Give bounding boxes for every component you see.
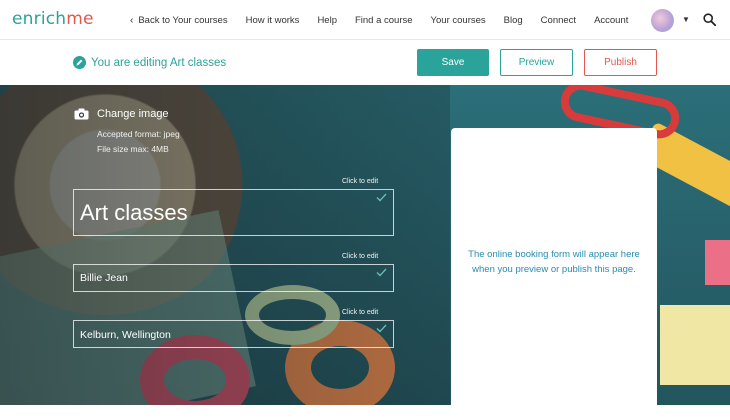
change-image-button[interactable]: Change image — [74, 108, 169, 120]
nav-blog[interactable]: Blog — [504, 15, 523, 26]
location-text: Kelburn, Wellington — [80, 329, 171, 341]
nav-help[interactable]: Help — [317, 15, 337, 26]
chevron-left-icon: ‹ — [130, 14, 134, 26]
hero-image: Change image Accepted format: jpeg File … — [0, 85, 730, 405]
top-nav: enrichme ‹ Back to Your courses How it w… — [0, 0, 730, 40]
click-to-edit-hint: Click to edit — [342, 178, 379, 185]
nav-back-label: Back to Your courses — [138, 14, 228, 26]
nav-how-it-works[interactable]: How it works — [246, 15, 300, 26]
booking-placeholder-text: The online booking form will appear here… — [468, 249, 640, 275]
nav-find-a-course[interactable]: Find a course — [355, 15, 413, 26]
logo-part-me: me — [66, 9, 94, 29]
logo[interactable]: enrichme — [12, 9, 94, 29]
accepted-format-text: Accepted format: jpeg — [97, 129, 180, 139]
pencil-icon — [73, 56, 86, 69]
preview-button[interactable]: Preview — [500, 49, 573, 76]
page-bottom — [0, 405, 730, 420]
hero-shade — [0, 85, 450, 405]
nav-your-courses[interactable]: Your courses — [431, 15, 486, 26]
provider-name: Billie Jean — [80, 272, 128, 284]
file-size-text: File size max: 4MB — [97, 144, 169, 154]
nav-connect[interactable]: Connect — [541, 15, 576, 26]
title-field[interactable]: Art classes — [73, 189, 394, 236]
click-to-edit-hint: Click to edit — [342, 253, 379, 260]
nav-links: ‹ Back to Your courses How it works Help… — [130, 0, 646, 40]
provider-field[interactable]: Billie Jean — [73, 264, 394, 292]
camera-icon — [74, 108, 89, 120]
nav-back-to-courses[interactable]: ‹ Back to Your courses — [130, 15, 228, 26]
nav-account[interactable]: Account — [594, 15, 628, 26]
save-button[interactable]: Save — [417, 49, 489, 76]
check-icon — [376, 324, 387, 333]
publish-button[interactable]: Publish — [584, 49, 657, 76]
logo-part-enrich: enrich — [12, 9, 67, 29]
avatar[interactable] — [651, 9, 674, 32]
caret-down-icon[interactable]: ▼ — [682, 15, 690, 24]
check-icon — [376, 193, 387, 202]
pink-note-decoration — [705, 240, 730, 285]
check-icon — [376, 268, 387, 277]
editing-status-text: You are editing Art classes — [91, 56, 227, 69]
location-field[interactable]: Kelburn, Wellington — [73, 320, 394, 348]
edit-bar: You are editing Art classes Save Preview… — [0, 41, 730, 85]
booking-form-placeholder: The online booking form will appear here… — [451, 128, 657, 405]
click-to-edit-hint: Click to edit — [342, 309, 379, 316]
course-title: Art classes — [80, 200, 188, 225]
change-image-label: Change image — [97, 108, 169, 120]
search-icon[interactable] — [703, 13, 716, 26]
editing-status: You are editing Art classes — [73, 56, 226, 69]
sticky-note-decoration — [660, 305, 730, 385]
